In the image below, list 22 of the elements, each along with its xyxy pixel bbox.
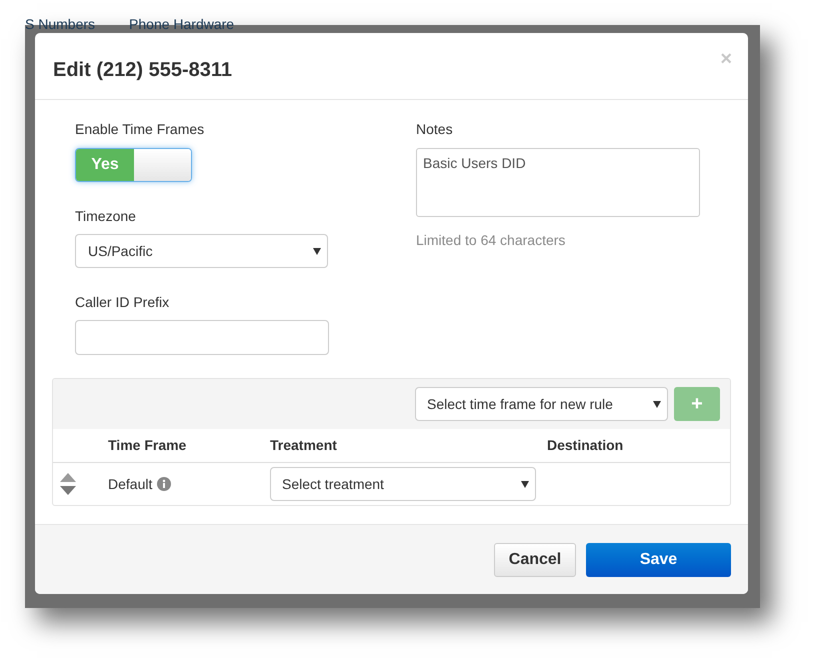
help-text: Limited to 64 characters <box>416 231 566 249</box>
notes-field[interactable]: Basic Users DID <box>416 148 700 217</box>
column-header: Treatment <box>270 437 337 453</box>
field-label: Enable Time Frames <box>75 120 206 138</box>
sort-arrows-icon[interactable] <box>60 473 76 495</box>
field-label: Timezone <box>75 207 137 225</box>
timezone-select[interactable]: US/Pacific <box>75 234 328 268</box>
table-cell-text: Default <box>108 474 152 494</box>
save-button[interactable]: Save <box>586 542 731 576</box>
column-header: Time Frame <box>108 437 186 453</box>
caller-id-prefix-field[interactable] <box>75 320 329 355</box>
time-frame-select[interactable]: Select time frame for new rule <box>415 387 668 421</box>
column-header: Destination <box>547 437 624 453</box>
field-label: Caller ID Prefix <box>75 293 170 311</box>
cancel-button[interactable]: Cancel <box>494 542 576 576</box>
treatment-select[interactable]: Select treatment <box>270 467 536 501</box>
caret-icon <box>653 400 661 408</box>
caret-icon <box>521 480 529 488</box>
modal-title: Edit (212) 555-8311 <box>53 58 232 83</box>
info-icon <box>157 477 172 491</box>
caret-icon <box>313 248 321 254</box>
field-label: Notes <box>416 120 454 138</box>
